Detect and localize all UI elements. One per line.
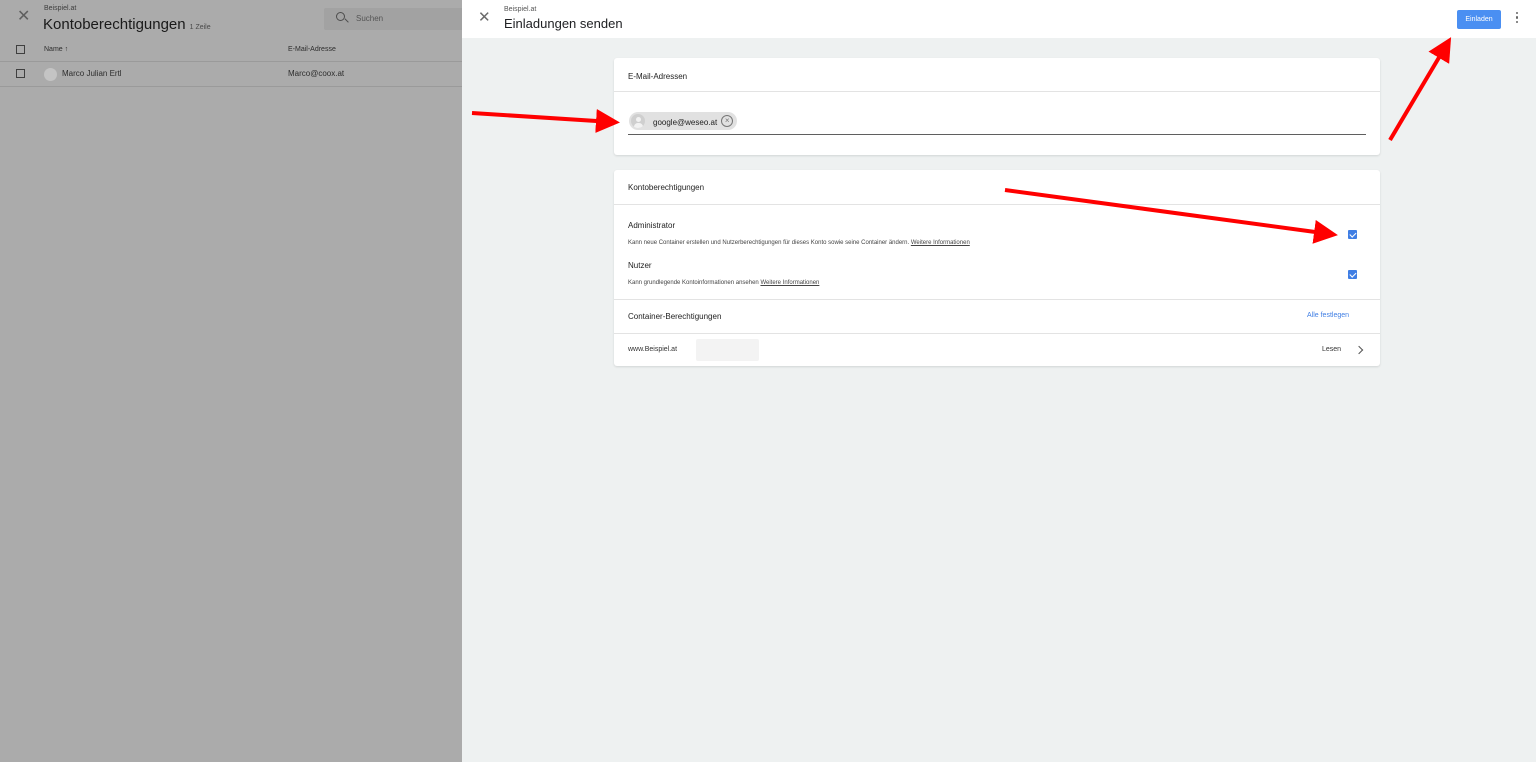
close-icon[interactable]: ✕ — [478, 10, 491, 25]
email-input-underline[interactable] — [628, 134, 1366, 135]
container-permissions-title: Container-Berechtigungen — [628, 312, 722, 321]
dialog-title: Einladungen senden — [504, 16, 623, 31]
column-header-name[interactable]: Name ↑ — [44, 46, 68, 53]
redacted-container-id — [696, 339, 759, 361]
more-vert-icon[interactable] — [1514, 12, 1520, 28]
row-count: 1 Zeile — [189, 24, 211, 31]
table-row[interactable]: Marco Julian Ertl Marco@coox.at — [0, 62, 462, 87]
divider — [614, 91, 1380, 92]
background-header: ✕ Beispiel.at Kontoberechtigungen 1 Zeile… — [0, 0, 464, 38]
background-title: Kontoberechtigungen 1 Zeile — [43, 16, 211, 33]
permissions-card: Kontoberechtigungen Administrator Kann n… — [614, 170, 1380, 366]
user-description: Kann grundlegende Kontoinformationen ans… — [628, 280, 819, 286]
admin-description: Kann neue Container erstellen und Nutzer… — [628, 240, 970, 246]
person-icon — [631, 114, 645, 128]
search-box[interactable]: Suchen — [324, 8, 464, 30]
email-card: E-Mail-Adressen google@weseo.at × — [614, 58, 1380, 155]
user-more-info-link[interactable]: Weitere Informationen — [760, 280, 819, 286]
admin-description-text: Kann neue Container erstellen und Nutzer… — [628, 240, 910, 246]
send-invitations-dialog: ✕ Beispiel.at Einladungen senden Einlade… — [462, 0, 1536, 762]
background-title-text: Kontoberechtigungen — [43, 16, 186, 33]
chip-email: google@weseo.at — [653, 118, 718, 127]
table-header: Name ↑ E-Mail-Adresse — [0, 38, 462, 62]
avatar — [44, 68, 57, 81]
admin-more-info-link[interactable]: Weitere Informationen — [911, 240, 970, 246]
background-close-icon[interactable]: ✕ — [17, 9, 30, 25]
row-email: Marco@coox.at — [288, 69, 345, 78]
remove-chip-icon[interactable]: × — [721, 115, 734, 127]
user-label: Nutzer — [628, 261, 652, 270]
chevron-right-icon[interactable] — [1354, 345, 1364, 355]
admin-checkbox[interactable] — [1348, 230, 1357, 239]
container-permission-value[interactable]: Lesen — [1322, 346, 1341, 353]
permissions-section-title: Kontoberechtigungen — [628, 183, 705, 192]
set-all-link[interactable]: Alle festlegen — [1307, 312, 1349, 319]
email-section-title: E-Mail-Adressen — [628, 72, 688, 81]
background-subtitle: Beispiel.at — [44, 5, 77, 12]
search-placeholder: Suchen — [356, 14, 384, 23]
admin-label: Administrator — [628, 221, 676, 230]
divider — [614, 333, 1380, 334]
dialog-subtitle: Beispiel.at — [504, 6, 537, 13]
column-header-email[interactable]: E-Mail-Adresse — [288, 46, 336, 53]
divider — [614, 204, 1380, 205]
divider — [614, 299, 1380, 300]
row-checkbox[interactable] — [16, 69, 25, 78]
search-icon — [336, 12, 345, 21]
row-name: Marco Julian Ertl — [62, 69, 122, 78]
user-checkbox[interactable] — [1348, 270, 1357, 279]
invite-button[interactable]: Einladen — [1457, 10, 1501, 29]
container-name: www.Beispiel.at — [628, 346, 678, 353]
email-chip[interactable]: google@weseo.at × — [629, 112, 738, 130]
user-description-text: Kann grundlegende Kontoinformationen ans… — [628, 280, 759, 286]
dialog-header: ✕ Beispiel.at Einladungen senden Einlade… — [462, 0, 1536, 38]
account-permissions-panel: ✕ Beispiel.at Kontoberechtigungen 1 Zeile… — [0, 0, 464, 762]
select-all-checkbox[interactable] — [16, 45, 25, 54]
